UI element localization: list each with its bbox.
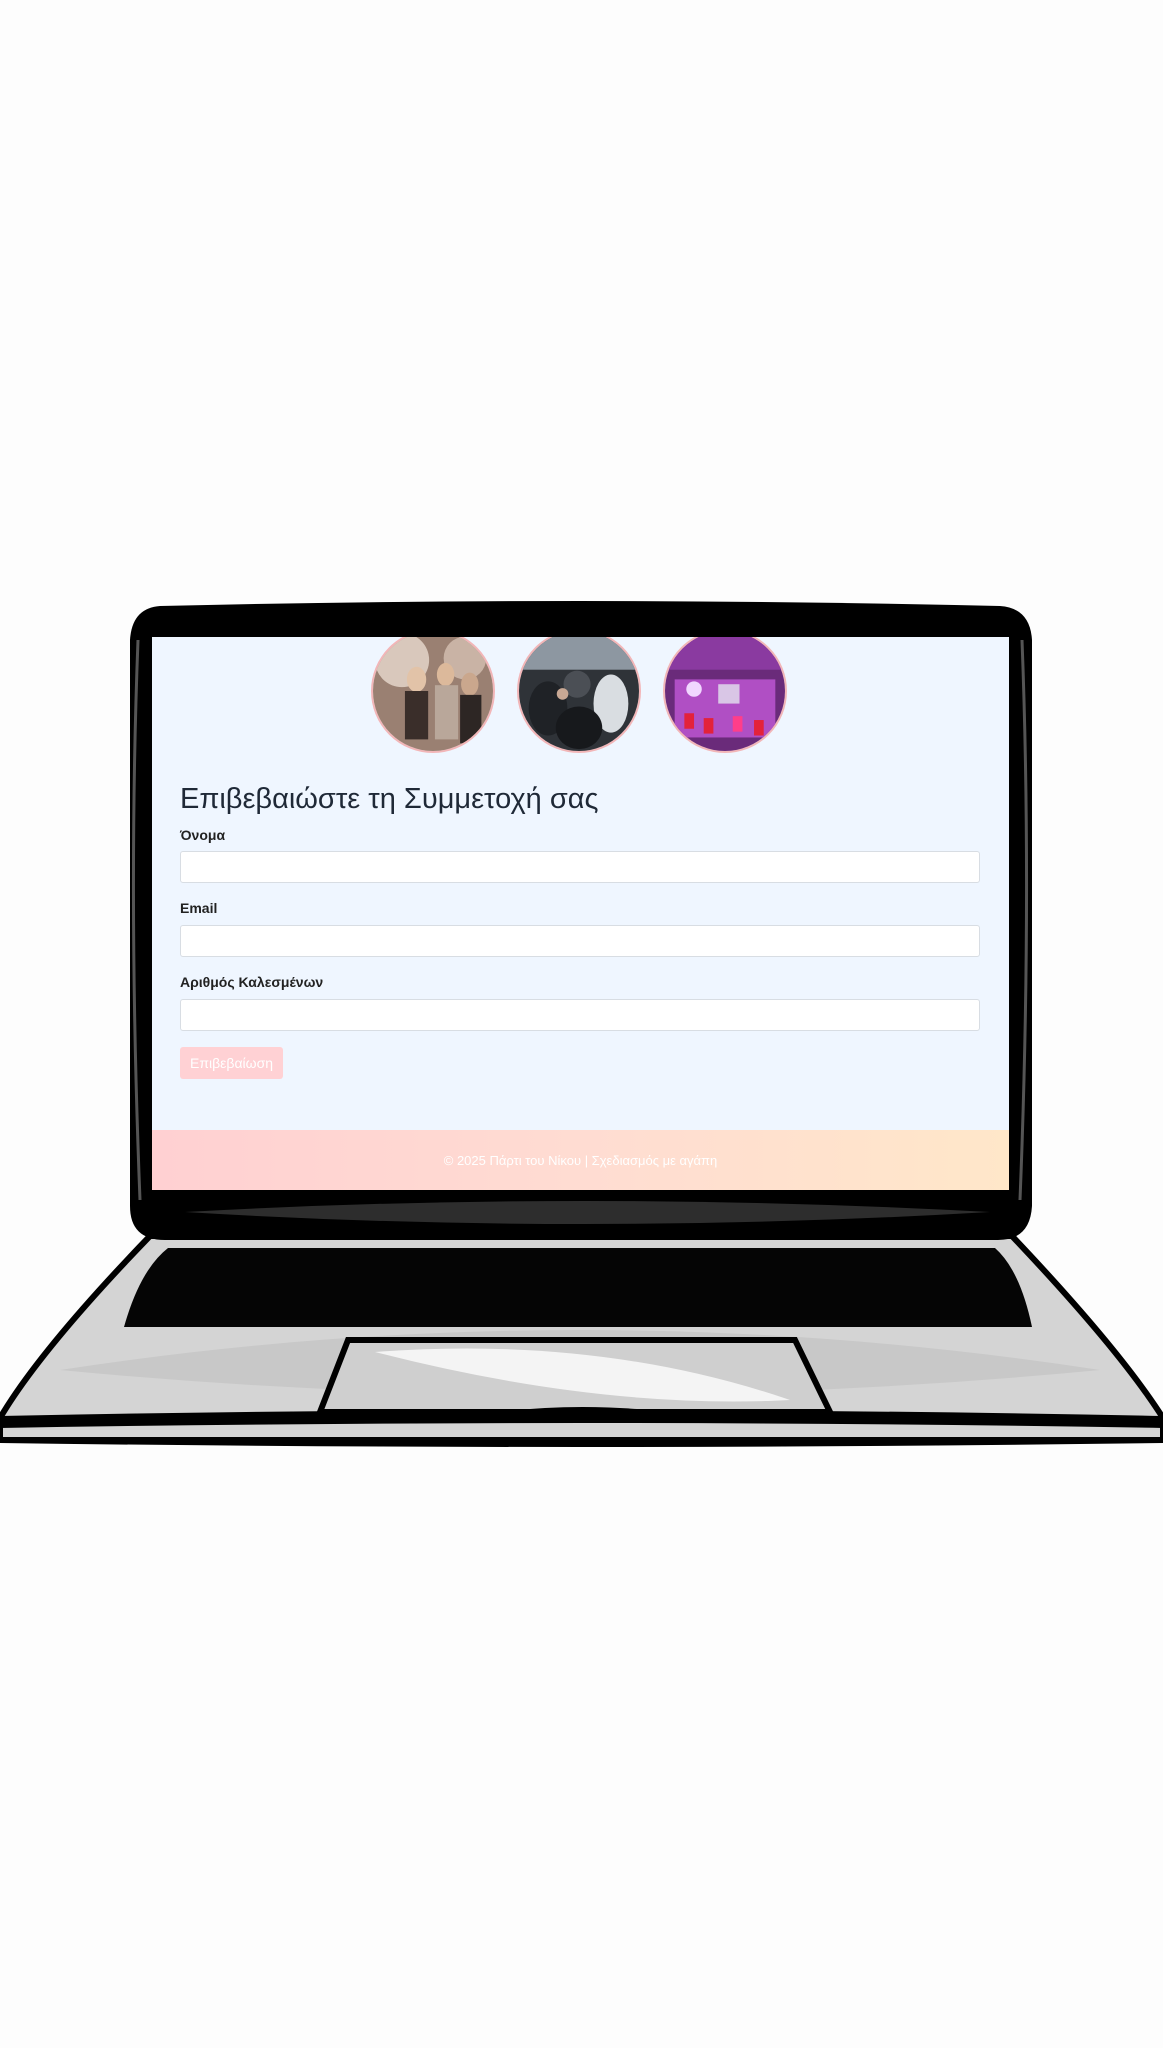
guests-label: Αριθμός Καλεσμένων (180, 974, 324, 990)
laptop-screen: Επιβεβαιώστε τη Συμμετοχή σας Όνομα Emai… (152, 637, 1009, 1190)
rsvp-title: Επιβεβαιώστε τη Συμμετοχή σας (180, 783, 599, 815)
guests-input[interactable] (180, 999, 980, 1031)
party-photo-2-image (519, 637, 639, 751)
name-input[interactable] (180, 851, 980, 883)
party-photo-3 (663, 637, 787, 753)
page-footer: © 2025 Πάρτι του Νίκου | Σχεδιασμός με α… (152, 1130, 1009, 1190)
footer-text: © 2025 Πάρτι του Νίκου | Σχεδιασμός με α… (443, 1152, 718, 1168)
photo-gallery (152, 637, 1009, 753)
email-input[interactable] (180, 925, 980, 957)
party-photo-2 (517, 637, 641, 753)
party-photo-1-image (373, 637, 493, 751)
email-label: Email (180, 900, 218, 916)
party-photo-3-image (665, 637, 785, 751)
keyboard-area (124, 1248, 1032, 1327)
confirm-button[interactable]: Επιβεβαίωση (180, 1047, 284, 1079)
name-label: Όνομα (180, 827, 226, 843)
party-photo-1 (371, 637, 495, 753)
